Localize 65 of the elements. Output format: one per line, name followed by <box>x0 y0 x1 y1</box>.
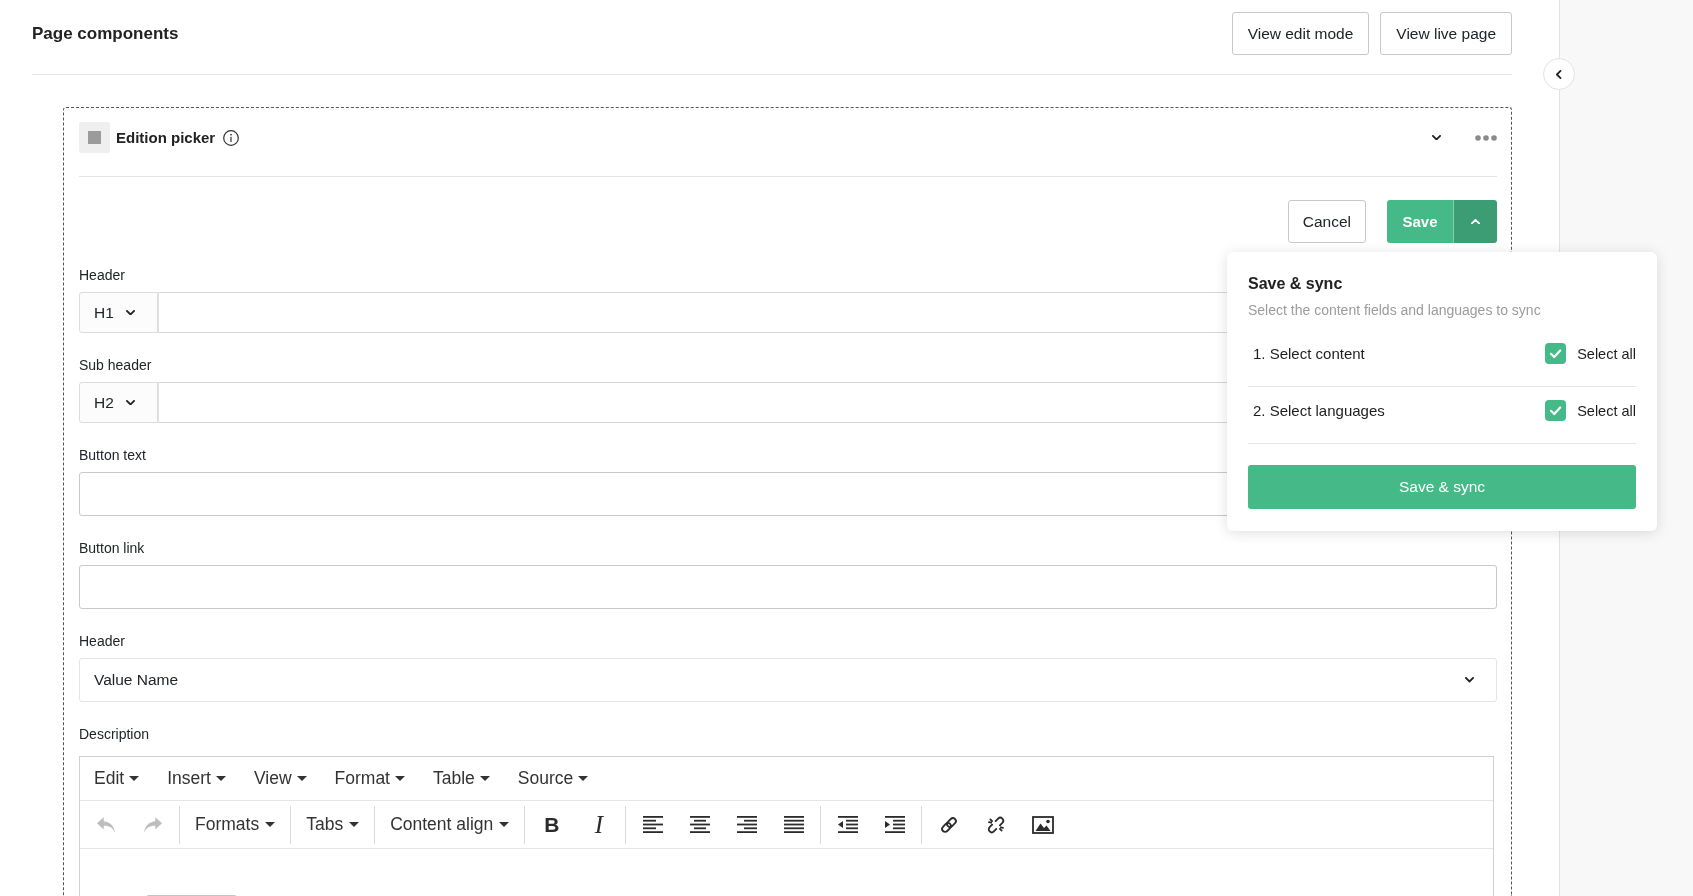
chevron-up-icon <box>1471 218 1480 225</box>
checkbox[interactable] <box>1545 343 1567 364</box>
dropdown-button[interactable]: Content align <box>378 807 522 842</box>
field-label: Header <box>79 266 125 284</box>
caret-icon <box>578 776 589 781</box>
field-label: Sub header <box>79 356 152 374</box>
image-icon <box>1031 815 1054 834</box>
chevron-down-icon <box>1465 677 1474 683</box>
cancel-button[interactable]: Cancel <box>1287 200 1366 243</box>
caret-icon <box>499 822 510 827</box>
caret-icon <box>349 822 360 827</box>
caret-icon <box>479 776 490 781</box>
square-icon <box>79 122 110 153</box>
link-icon <box>938 814 959 835</box>
chevron-down-icon[interactable] <box>1432 134 1441 141</box>
edit-mode-button[interactable]: View edit mode <box>1231 12 1370 55</box>
step-label: 2. Select languages <box>1252 400 1386 421</box>
menu-item[interactable]: Format <box>320 761 419 796</box>
field-label: Header <box>79 632 125 650</box>
align-justify-icon <box>783 816 804 833</box>
caret-icon <box>296 776 307 781</box>
chevron-left-icon <box>1556 69 1562 79</box>
caret-icon <box>215 776 226 781</box>
menu-item[interactable]: Source <box>503 761 603 796</box>
italic-button[interactable]: I <box>575 806 623 843</box>
align-center-icon <box>689 816 710 833</box>
dropdown-button[interactable]: Formats <box>183 807 288 842</box>
menu-item[interactable]: Table <box>419 761 504 796</box>
heading-level-dropdown[interactable]: H2 <box>79 382 158 423</box>
outdent-icon <box>837 816 858 833</box>
undo-icon <box>96 816 115 833</box>
page-title: Page components <box>32 23 179 45</box>
menu-item[interactable]: View <box>239 761 321 796</box>
indent-icon <box>884 816 905 833</box>
heading-level-dropdown[interactable]: H1 <box>79 292 158 333</box>
component-title: Edition picker <box>116 129 216 146</box>
menu-item[interactable]: Insert <box>153 761 240 796</box>
menu-item[interactable]: Edit <box>80 761 154 796</box>
caret-icon <box>129 776 140 781</box>
chevron-down-icon <box>125 309 135 316</box>
caret-icon <box>395 776 405 781</box>
redo-icon <box>143 816 162 833</box>
text-input[interactable] <box>79 565 1497 609</box>
step-label: 1. Select content <box>1252 343 1366 364</box>
popup-title: Save & sync <box>1248 274 1343 294</box>
option-label[interactable]: Select all <box>1577 343 1636 364</box>
align-right-icon <box>736 816 757 833</box>
collapse-button[interactable] <box>1543 58 1575 90</box>
popup-subtitle: Select the content fields and languages to sync <box>1248 301 1541 320</box>
align-left-icon <box>642 816 663 833</box>
caret-icon <box>265 822 276 827</box>
more-icon[interactable] <box>1475 134 1497 141</box>
live-page-button[interactable]: View live page <box>1380 12 1512 55</box>
bold-button[interactable]: B <box>528 806 576 843</box>
unlink-icon <box>985 814 1006 835</box>
chevron-down-icon <box>125 399 135 406</box>
field-label: Description <box>79 725 150 743</box>
option-label[interactable]: Select all <box>1577 400 1636 421</box>
field-label: Button text <box>79 446 146 464</box>
dropdown[interactable]: Value Name <box>79 658 1497 702</box>
save-options-button[interactable] <box>1453 200 1497 243</box>
checkbox[interactable] <box>1545 400 1567 421</box>
dropdown-button[interactable]: Tabs <box>294 807 372 842</box>
field-label: Button link <box>79 539 145 557</box>
info-icon <box>223 129 240 146</box>
